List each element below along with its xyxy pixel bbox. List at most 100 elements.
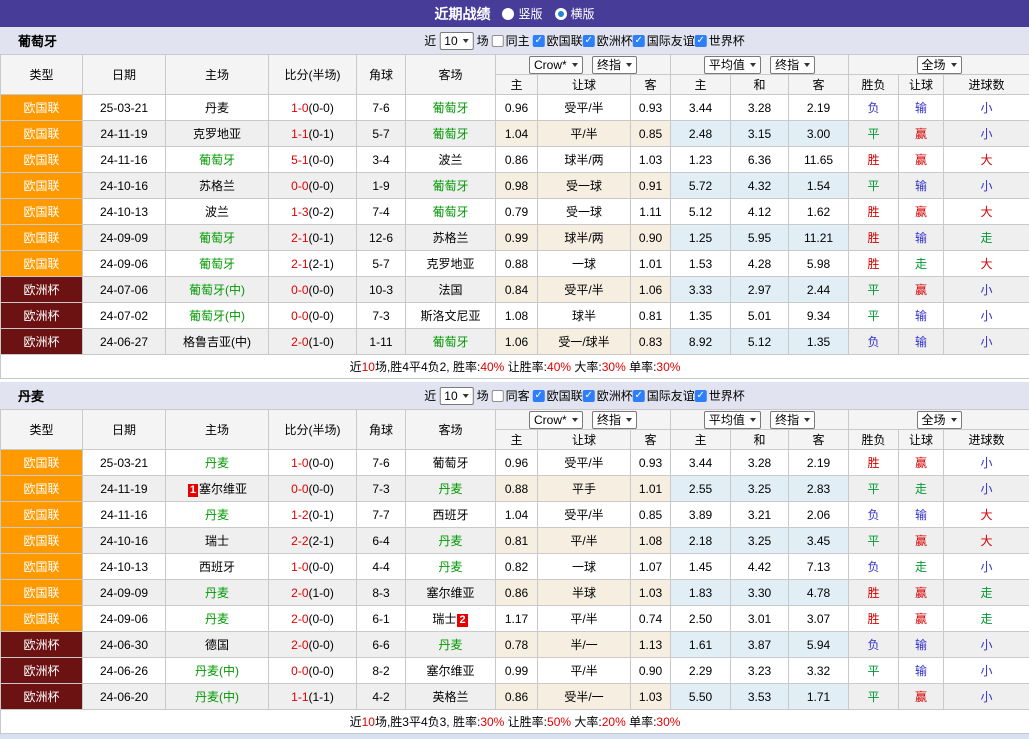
match-date: 24-06-27 [83,329,166,355]
match-score: 2-0(1-0) [269,580,357,606]
euro-source-select[interactable]: 平均值 [704,56,761,74]
match-type: 欧国联 [1,251,83,277]
col-corner: 角球 [357,55,406,95]
footer-strip [0,734,1029,739]
team-label: 苏格兰 [432,231,468,245]
avg-draw-odds: 5.01 [731,303,789,329]
sections-container: 葡萄牙 近 10 场 同主 欧国联欧洲杯国际友谊世界杯 类 [0,27,1029,734]
competition-filters: 欧国联欧洲杯国际友谊世界杯 [533,32,745,49]
handicap-line: 平/半 [538,121,631,147]
match-date: 24-10-16 [83,528,166,554]
radio-label: 横版 [571,5,595,22]
same-venue-label: 同主 [506,32,530,49]
chevron-down-icon [463,394,469,398]
page-title: 近期战绩 [434,4,490,24]
goals-outcome: 走 [944,606,1029,632]
team-label: 葡萄牙 [432,335,468,349]
filter-games-label: 场 [477,32,489,49]
col-avg-draw: 和 [731,430,789,450]
result-outcome: 负 [849,554,899,580]
handicap-source-select[interactable]: Crow* [529,411,583,429]
table-row: 欧国联24-10-13西班牙1-0(0-0)4-4丹麦0.82一球1.071.4… [1,554,1029,580]
corner-count: 7-6 [357,95,406,121]
match-type: 欧国联 [1,199,83,225]
table-row: 欧国联24-11-19克罗地亚1-1(0-1)5-7葡萄牙1.04平/半0.85… [1,121,1029,147]
away-team: 葡萄牙 [406,121,496,147]
handicap-time-select[interactable]: 终指 [592,56,637,74]
recent-count-select[interactable]: 10 [439,32,473,50]
matches-table: 类型 日期 主场 比分(半场) 角球 客场 Crow* 终指 平均值 终指 [0,54,1029,379]
same-venue-checkbox[interactable]: 同客 [492,387,530,404]
handicap-away-odds: 0.74 [631,606,671,632]
team-label: 塞尔维亚 [199,482,247,496]
same-venue-checkbox[interactable]: 同主 [492,32,530,49]
chevron-down-icon [626,418,632,422]
scope-dropdown-cell: 全场 [849,410,1029,430]
table-row: 欧国联25-03-21丹麦1-0(0-0)7-6葡萄牙0.96受平/半0.933… [1,450,1029,476]
layout-radio-vertical[interactable]: 竖版 [502,5,542,22]
competition-checkbox[interactable]: 欧洲杯 [583,387,633,404]
team-label: 格鲁吉亚(中) [183,335,251,349]
competition-checkbox[interactable]: 国际友谊 [633,32,695,49]
avg-draw-odds: 4.12 [731,199,789,225]
team-label: 法国 [438,283,462,297]
goals-outcome: 小 [944,95,1029,121]
handicap-away-odds: 1.06 [631,277,671,303]
competition-checkbox[interactable]: 欧洲杯 [583,32,633,49]
handicap-away-odds: 0.85 [631,121,671,147]
avg-home-odds: 1.23 [671,147,731,173]
avg-away-odds: 4.78 [789,580,849,606]
halftime-score: (0-0) [309,482,334,496]
corner-count: 8-3 [357,580,406,606]
recent-count-select[interactable]: 10 [439,387,473,405]
scope-select[interactable]: 全场 [917,411,962,429]
halftime-score: (0-1) [309,231,334,245]
competition-label: 欧国联 [547,32,583,49]
euro-time-select[interactable]: 终指 [770,411,815,429]
handicap-home-odds: 0.99 [496,225,538,251]
avg-home-odds: 1.45 [671,554,731,580]
handicap-outcome: 赢 [899,528,944,554]
handicap-source-select[interactable]: Crow* [529,56,583,74]
handicap-outcome: 输 [899,225,944,251]
home-team: 德国 [166,632,269,658]
competition-checkbox[interactable]: 欧国联 [533,32,583,49]
corner-count: 7-3 [357,303,406,329]
goals-outcome: 小 [944,658,1029,684]
handicap-line: 受平/半 [538,502,631,528]
handicap-outcome: 赢 [899,121,944,147]
away-team: 丹麦 [406,554,496,580]
col-handicap-result: 让球 [899,430,944,450]
goals-outcome: 大 [944,199,1029,225]
team-label: 瑞士 [432,612,456,626]
checkbox-checked-icon [633,390,645,402]
avg-home-odds: 5.12 [671,199,731,225]
match-rows: 欧国联25-03-21丹麦1-0(0-0)7-6葡萄牙0.96受平/半0.933… [1,450,1029,710]
summary-text: 让胜率: [504,360,547,374]
result-outcome: 平 [849,476,899,502]
fulltime-score: 0-0 [291,482,308,496]
match-type: 欧国联 [1,121,83,147]
match-score: 2-1(2-1) [269,251,357,277]
scope-select[interactable]: 全场 [917,56,962,74]
result-outcome: 胜 [849,580,899,606]
competition-checkbox[interactable]: 世界杯 [695,32,745,49]
result-outcome: 胜 [849,199,899,225]
euro-source-select[interactable]: 平均值 [704,411,761,429]
avg-away-odds: 3.32 [789,658,849,684]
away-team: 瑞士2 [406,606,496,632]
halftime-score: (0-1) [309,127,334,141]
competition-checkbox[interactable]: 欧国联 [533,387,583,404]
handicap-time-select[interactable]: 终指 [592,411,637,429]
fulltime-score: 1-0 [291,456,308,470]
goals-outcome: 小 [944,554,1029,580]
competition-checkbox[interactable]: 国际友谊 [633,387,695,404]
euro-time-select[interactable]: 终指 [770,56,815,74]
competition-checkbox[interactable]: 世界杯 [695,387,745,404]
match-date: 24-09-09 [83,580,166,606]
table-row: 欧国联24-09-09丹麦2-0(1-0)8-3塞尔维亚0.86半球1.031.… [1,580,1029,606]
layout-radio-horizontal[interactable]: 横版 [555,5,595,22]
table-row: 欧国联24-09-06丹麦2-0(0-0)6-1瑞士21.17平/半0.742.… [1,606,1029,632]
team-label: 葡萄牙 [432,127,468,141]
fulltime-score: 2-0 [291,612,308,626]
